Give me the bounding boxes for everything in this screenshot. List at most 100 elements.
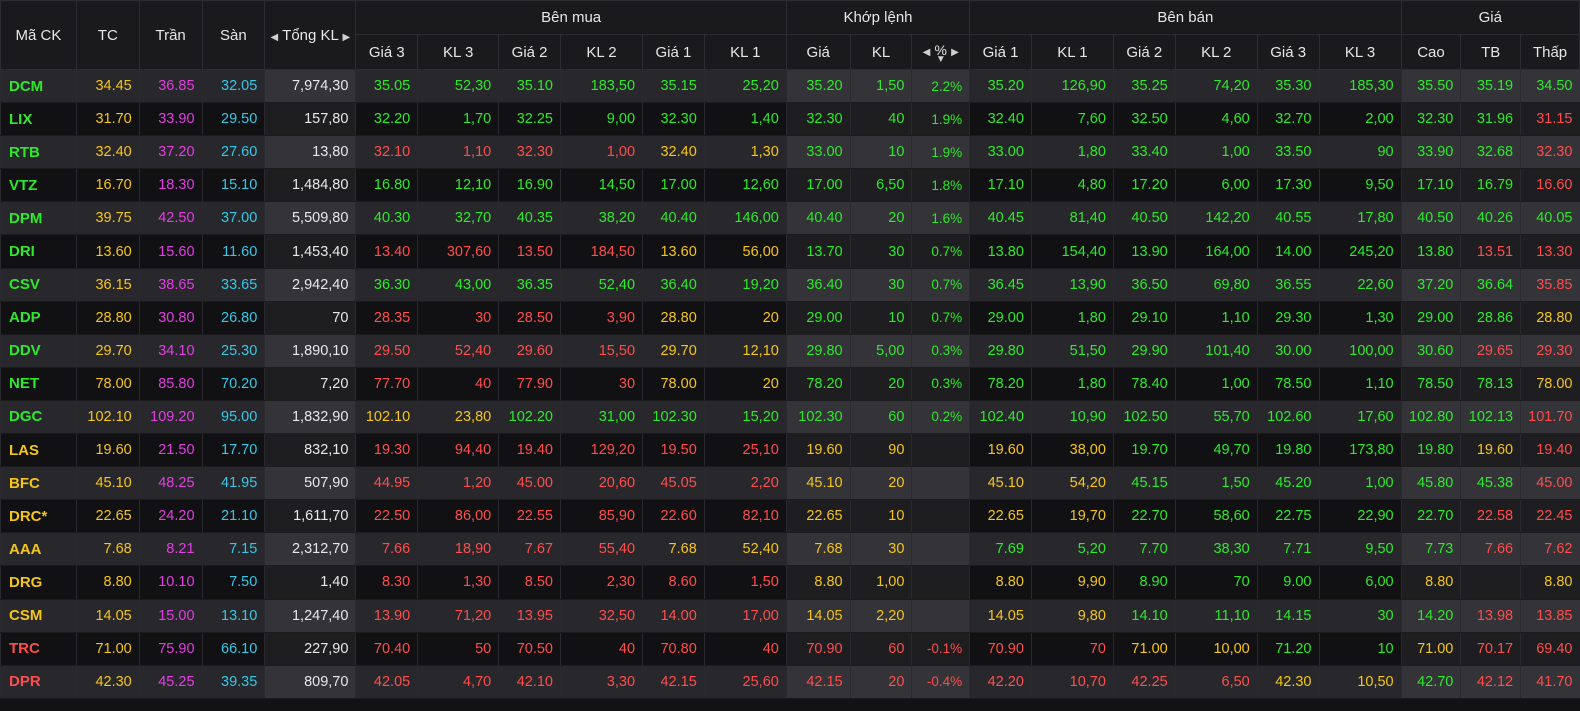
cell-thap: 29.30 [1520,334,1580,368]
cell-symbol[interactable]: DGC [0,400,77,435]
cell-match-kl: 6,50 [849,168,912,203]
table-row[interactable]: DPR 42.30 45.25 39.35 809,70 42.05 4,70 42.10 3,… [0,665,1580,699]
cell-buy-kl1: 25,10 [703,433,787,468]
table-row[interactable]: DCM 34.45 36.85 32.05 7,974,30 35.05 52,30 35.1… [0,69,1580,104]
cell-sell-gia2: 71.00 [1112,632,1176,666]
pct-right-icon[interactable]: ▶ [951,47,959,58]
col-cao[interactable]: Cao [1400,34,1462,70]
cell-tran: 48.25 [138,466,203,501]
cell-tb: 13.51 [1460,234,1521,269]
cell-sell-gia2: 42.25 [1112,665,1176,699]
cell-buy-gia1: 7.68 [642,532,705,567]
cell-tong-kl: 5,509,80 [264,201,356,236]
cell-symbol[interactable]: ADP [0,301,77,335]
table-row[interactable]: DDV 29.70 34.10 25.30 1,890,10 29.50 52,40 29.6… [0,334,1580,368]
col-match-kl[interactable]: KL [849,34,913,70]
col-buy-gia2[interactable]: Giá 2 [498,34,561,70]
table-row[interactable]: LIX 31.70 33.90 29.50 157,80 32.20 1,70 32.25 9,… [0,102,1580,137]
col-ma-ck[interactable]: Mã CK [0,0,77,70]
table-row[interactable]: VTZ 16.70 18.30 15.10 1,484,80 16.80 12,10 16.9… [0,168,1580,203]
cell-tb: 7.66 [1460,532,1521,567]
cell-symbol[interactable]: DPR [0,665,77,699]
cell-cao: 102.80 [1400,400,1461,435]
cell-sell-kl1: 7,60 [1030,102,1114,137]
cell-symbol[interactable]: CSV [0,268,77,302]
cell-symbol[interactable]: DPM [0,201,77,236]
col-sell-kl1[interactable]: KL 1 [1030,34,1114,70]
cell-match-gia: 35.20 [785,69,851,104]
col-buy-kl3[interactable]: KL 3 [417,34,500,70]
col-match-gia[interactable]: Giá [785,34,851,70]
group-gia: Giá [1400,0,1580,35]
cell-symbol[interactable]: RTB [0,135,77,170]
cell-symbol[interactable]: BFC [0,466,77,501]
cell-san: 7.15 [201,532,265,567]
pct-left-icon[interactable]: ◀ [923,47,931,58]
cell-sell-gia3: 14.00 [1256,234,1319,269]
cell-symbol[interactable]: VTZ [0,168,77,203]
cell-tran: 8.21 [138,532,203,567]
col-thap[interactable]: Thấp [1520,34,1580,70]
cell-symbol[interactable]: TRC [0,632,77,666]
cell-buy-gia1: 28.80 [642,301,705,335]
cell-tc: 29.70 [75,334,140,368]
table-row[interactable]: CSM 14.05 15.00 13.10 1,247,40 13.90 71,20 13.9… [0,599,1580,633]
cell-buy-kl3: 1,10 [417,135,499,170]
table-row[interactable]: RTB 32.40 37.20 27.60 13,80 32.10 1,10 32.30 1,0… [0,135,1580,170]
cell-symbol[interactable]: DCM [0,69,77,104]
cell-symbol[interactable]: DRI [0,234,77,269]
cell-sell-gia3: 29.30 [1256,301,1319,335]
table-row[interactable]: DPM 39.75 42.50 37.00 5,509,80 40.30 32,70 40.3… [0,201,1580,236]
cell-sell-gia1: 32.40 [969,102,1032,137]
cell-symbol[interactable]: NET [0,367,77,401]
cell-match-pct: -0.4% [911,665,970,699]
cell-match-gia: 78.20 [785,367,851,401]
cell-symbol[interactable]: DRG [0,565,77,600]
col-buy-gia3[interactable]: Giá 3 [355,34,419,70]
col-buy-kl2[interactable]: KL 2 [559,34,644,70]
col-sell-gia2[interactable]: Giá 2 [1112,34,1176,70]
sort-right-icon[interactable]: ▶ [342,32,350,43]
col-tran[interactable]: Trần [138,0,203,70]
table-row[interactable]: TRC 71.00 75.90 66.10 227,90 70.40 50 70.50 40 70… [0,632,1580,666]
col-buy-gia1[interactable]: Giá 1 [642,34,705,70]
cell-san: 26.80 [201,301,265,335]
cell-tc: 39.75 [75,201,140,236]
cell-symbol[interactable]: LIX [0,102,77,137]
col-san[interactable]: Sàn [201,0,266,70]
cell-sell-kl3: 1,00 [1318,466,1402,501]
cell-symbol[interactable]: CSM [0,599,77,633]
cell-tran: 85.80 [138,367,203,401]
col-sell-kl3[interactable]: KL 3 [1318,34,1402,70]
cell-buy-gia3: 16.80 [355,168,418,203]
table-row[interactable]: NET 78.00 85.80 70.20 7,20 77.70 40 77.90 30 78.0… [0,367,1580,401]
col-buy-kl1[interactable]: KL 1 [703,34,787,70]
table-row[interactable]: CSV 36.15 38.65 33.65 2,942,40 36.30 43,00 36.3… [0,268,1580,302]
cell-sell-kl3: 2,00 [1318,102,1402,137]
cell-sell-kl1: 70 [1030,632,1114,666]
table-row[interactable]: DRG 8.80 10.10 7.50 1,40 8.30 1,30 8.50 2,30 8.60… [0,565,1580,600]
col-sell-kl2[interactable]: KL 2 [1174,34,1258,70]
col-tc[interactable]: TC [75,0,140,70]
sort-desc-icon[interactable]: ▼ [912,54,969,64]
col-sell-gia3[interactable]: Giá 3 [1256,34,1320,70]
table-row[interactable]: DRI 13.60 15.60 11.60 1,453,40 13.40 307,60 13.… [0,234,1580,269]
table-row[interactable]: BFC 45.10 48.25 41.95 507,90 44.95 1,20 45.00 20… [0,466,1580,501]
table-row[interactable]: AAA 7.68 8.21 7.15 2,312,70 7.66 18,90 7.67 55,4… [0,532,1580,567]
table-row[interactable]: DRC* 22.65 24.20 21.10 1,611,70 22.50 86,00 22.… [0,499,1580,534]
cell-symbol[interactable]: DRC* [0,499,77,534]
cell-match-gia: 102.30 [785,400,851,435]
table-row[interactable]: ADP 28.80 30.80 26.80 70 28.35 30 28.50 3,90 28.8… [0,301,1580,335]
col-match-pct[interactable]: ◀ % ▶ ▼ [911,34,971,70]
cell-symbol[interactable]: LAS [0,433,77,468]
col-tong-kl[interactable]: ◀ Tổng KL ▶ [264,0,357,70]
cell-buy-gia2: 22.55 [498,499,561,534]
table-row[interactable]: DGC 102.10 109.20 95.00 1,832,90 102.10 23,80 1… [0,400,1580,435]
col-sell-gia1[interactable]: Giá 1 [969,34,1032,70]
sort-left-icon[interactable]: ◀ [271,32,279,43]
col-tb[interactable]: TB [1460,34,1522,70]
table-row[interactable]: LAS 19.60 21.50 17.70 832,10 19.30 94,40 19.40 1… [0,433,1580,468]
cell-symbol[interactable]: DDV [0,334,77,368]
cell-symbol[interactable]: AAA [0,532,77,567]
cell-sell-kl2: 6,00 [1174,168,1258,203]
